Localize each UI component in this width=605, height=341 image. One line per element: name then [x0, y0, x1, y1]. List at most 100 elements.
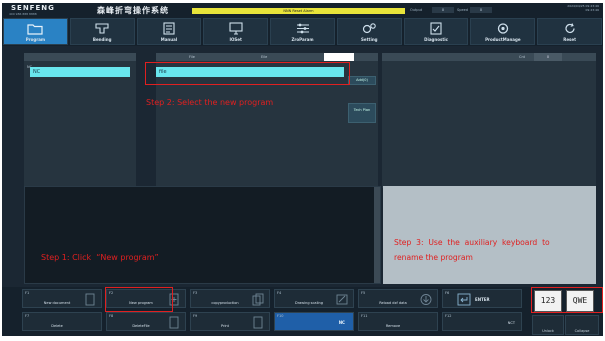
- step3-annotation-line1: Step 3: Use the auxiliary keyboard to: [394, 238, 550, 247]
- tab-label: Program: [25, 37, 46, 42]
- delete-file-icon: [169, 316, 179, 329]
- fkey-num: F10: [277, 314, 284, 318]
- tab-label: ZroParam: [291, 37, 314, 42]
- logo: SENFENG 400 986 888 8888: [5, 4, 87, 17]
- tab-label: Diagnostic: [424, 37, 449, 42]
- list-scrollbar[interactable]: [374, 187, 380, 283]
- fkey-label: DeleteFile: [132, 324, 150, 328]
- fkey-num: F12: [445, 314, 452, 318]
- program-list-area: [24, 186, 381, 284]
- copy-production-button[interactable]: F3 copyproduction: [190, 289, 270, 308]
- app-window: SENFENG 400 986 888 8888 森峰折弯操作系统 NNN Re…: [2, 3, 603, 336]
- right-panel-header: Cnt: [382, 53, 596, 61]
- tab-manual[interactable]: Manual: [136, 18, 202, 45]
- speed-label: Speed: [457, 8, 468, 12]
- fkey-label: copyproduction: [211, 301, 239, 305]
- time-text: 09:23:46: [585, 8, 599, 12]
- enter-label: ENTER: [475, 297, 490, 302]
- fkey-num: F11: [361, 314, 368, 318]
- nc-list-item-selected[interactable]: NC: [30, 67, 130, 77]
- fkey-num: F8: [109, 314, 114, 318]
- monitor-icon: [229, 22, 243, 35]
- print-button[interactable]: F9 Print: [190, 312, 270, 331]
- fkey-num: F7: [25, 314, 30, 318]
- manual-icon: [163, 22, 175, 35]
- product-icon: [497, 23, 509, 34]
- drawing-scaling-button[interactable]: F4 Drawing scaling: [274, 289, 354, 308]
- collapse-button[interactable]: Collapse: [565, 315, 599, 335]
- document-icon: [85, 293, 95, 306]
- tab-label: IOSet: [229, 37, 242, 42]
- fkey-num: F1: [25, 291, 30, 295]
- nct-button[interactable]: F12 NCT: [442, 312, 522, 331]
- tab-reset[interactable]: Reset: [537, 18, 603, 45]
- tab-label: Setting: [361, 37, 378, 42]
- step1-highlight-box: [105, 287, 173, 312]
- brand-phone: 400 986 888 8888: [9, 12, 37, 16]
- fkey-label: Remove: [385, 324, 401, 328]
- fkey-label: Drawing scaling: [295, 301, 323, 305]
- cnt-value: 0: [534, 53, 562, 61]
- fkey-label: Print: [220, 324, 230, 328]
- fkey-label: Delete: [51, 324, 63, 328]
- gears-icon: [363, 23, 377, 34]
- new-document-button[interactable]: F1 New document: [22, 289, 102, 308]
- file-header-label: File: [189, 55, 195, 59]
- tech-plan-button[interactable]: Tech Plan: [348, 103, 376, 123]
- nc-panel-header: NC: [24, 53, 136, 69]
- speed-value: 0: [470, 7, 492, 13]
- tab-bending[interactable]: Bending: [69, 18, 135, 45]
- tab-setting[interactable]: Setting: [336, 18, 402, 45]
- step1-annotation: Step 1: Click “New program”: [41, 253, 159, 262]
- reload-dxf-button[interactable]: F5 Reload dxf data: [358, 289, 438, 308]
- step3-highlight-box: [531, 287, 603, 313]
- diagnostic-icon: [430, 22, 442, 35]
- nc-button[interactable]: F10 NC: [274, 312, 354, 331]
- tab-productmanage[interactable]: ProductManage: [470, 18, 536, 45]
- cnt-label: Cnt: [519, 55, 526, 59]
- tab-label: Reset: [563, 37, 577, 42]
- right-panel: Cnt 0: [382, 53, 596, 188]
- alarm-bar[interactable]: NNN Reset Alarm: [192, 8, 405, 14]
- drawing-preview-area: [383, 186, 596, 284]
- tab-ioset[interactable]: IOSet: [203, 18, 269, 45]
- enter-button[interactable]: F6 ENTER: [442, 289, 522, 308]
- tab-diagnostic[interactable]: Diagnostic: [403, 18, 469, 45]
- step2-annotation: Step 2: Select the new program: [146, 98, 274, 107]
- nc-label: NC: [338, 320, 345, 325]
- delete-button[interactable]: F7 Delete: [22, 312, 102, 331]
- fkey-label: New document: [43, 301, 71, 305]
- step3-annotation-line2: rename the program: [394, 253, 473, 262]
- file-name-box[interactable]: [324, 53, 354, 61]
- param-icon: [296, 23, 309, 34]
- fkey-num: F4: [277, 291, 282, 295]
- collapse-label: Collapse: [574, 329, 590, 333]
- scale-icon: [336, 294, 348, 305]
- alarm-text: NNN Reset Alarm: [283, 9, 314, 13]
- tab-zroparam[interactable]: ZroParam: [270, 18, 335, 45]
- fkey-num: F6: [445, 291, 450, 295]
- output-value: 0: [432, 7, 454, 13]
- tab-label: Bending: [92, 37, 112, 42]
- enter-icon: [457, 293, 471, 306]
- copy-icon: [252, 293, 264, 306]
- unlock-button[interactable]: Unlock: [532, 315, 564, 335]
- main-nav: Program Bending Manual IOSet ZroParam Se…: [2, 18, 603, 46]
- fkey-num: F9: [193, 314, 198, 318]
- nc-panel: NC NC: [24, 53, 136, 188]
- add-button[interactable]: Add(0): [348, 76, 376, 85]
- remove-button[interactable]: F11 Remove: [358, 312, 438, 331]
- print-icon: [253, 316, 263, 329]
- tab-label: Manual: [160, 37, 178, 42]
- brand-name: SENFENG: [11, 4, 55, 12]
- output-label: Output: [410, 8, 423, 12]
- fkey-num: F3: [193, 291, 198, 295]
- top-bar: SENFENG 400 986 888 8888 森峰折弯操作系统 NNN Re…: [2, 3, 603, 18]
- fkey-num: F5: [361, 291, 366, 295]
- tab-program[interactable]: Program: [3, 18, 68, 45]
- tab-label: ProductManage: [485, 37, 521, 42]
- step2-highlight-box: [145, 62, 350, 85]
- delete-file-button[interactable]: F8 DeleteFile: [106, 312, 186, 331]
- bending-icon: [95, 23, 109, 34]
- datetime: 2024/04/25 09:23:46 09:23:46: [559, 4, 599, 12]
